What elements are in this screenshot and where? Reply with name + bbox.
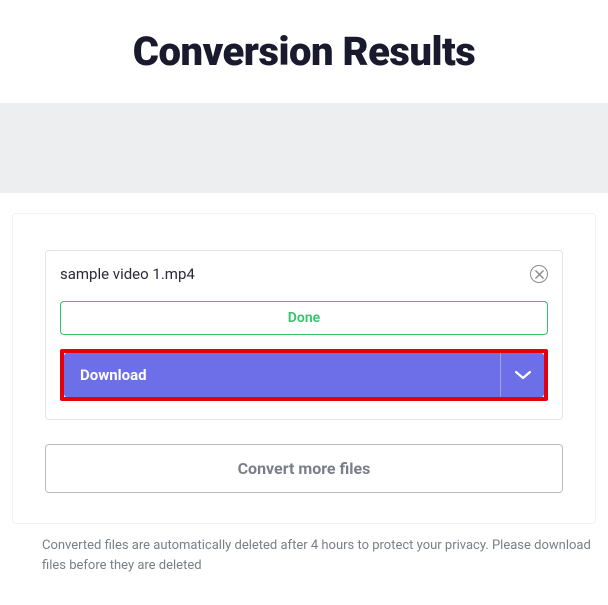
close-icon (535, 270, 544, 279)
ad-placeholder (0, 103, 608, 193)
download-highlight: Download (60, 349, 548, 401)
file-header: sample video 1.mp4 (60, 265, 548, 283)
status-badge: Done (60, 301, 548, 335)
chevron-down-icon (514, 369, 532, 381)
remove-file-button[interactable] (530, 265, 548, 283)
card-footer: Convert more files (45, 444, 563, 493)
page-title: Conversion Results (0, 0, 608, 103)
file-block: sample video 1.mp4 Done Download (45, 250, 563, 420)
download-label: Download (64, 353, 500, 397)
download-options-toggle[interactable] (500, 353, 544, 397)
download-button[interactable]: Download (64, 353, 544, 397)
file-name: sample video 1.mp4 (60, 265, 195, 283)
results-card: sample video 1.mp4 Done Download Convert… (12, 213, 596, 524)
privacy-note: Converted files are automatically delete… (42, 536, 596, 575)
convert-more-button[interactable]: Convert more files (45, 444, 563, 493)
